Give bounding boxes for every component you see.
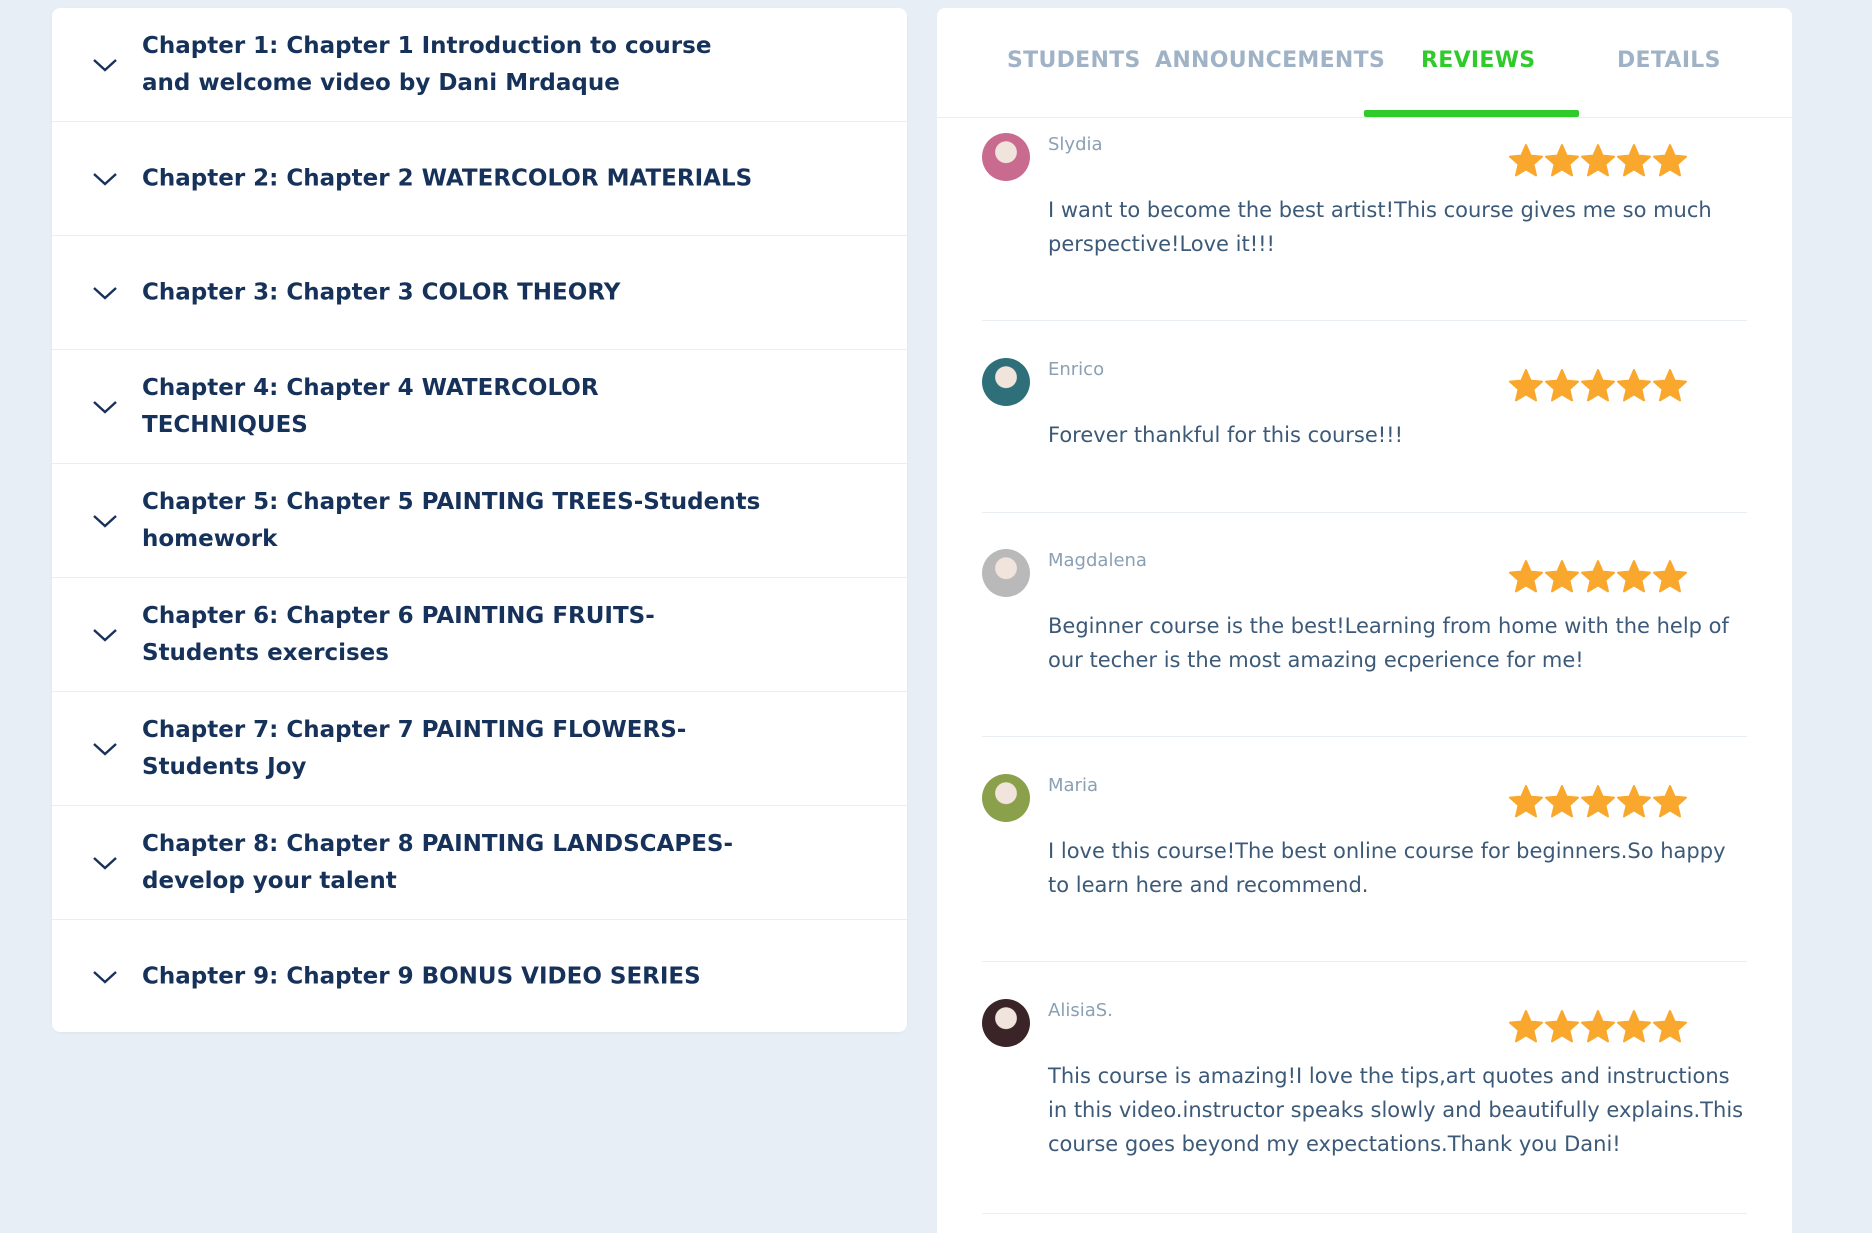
- chapter-item[interactable]: Chapter 8: Chapter 8 PAINTING LANDSCAPES…: [52, 806, 907, 920]
- avatar: [982, 133, 1030, 181]
- star-icon: [1581, 1010, 1615, 1043]
- chevron-down-icon: [93, 971, 117, 984]
- avatar: [982, 774, 1030, 822]
- star-icon: [1617, 785, 1651, 818]
- reviewer-name: AlisiaS.: [1048, 1000, 1113, 1021]
- tab-bar: STUDENTS ANNOUNCEMENTS REVIEWS DETAILS: [937, 8, 1792, 118]
- star-icon: [1653, 1010, 1687, 1043]
- chevron-down-icon: [93, 286, 117, 300]
- star-icon: [1509, 1010, 1543, 1043]
- chapter-title: Chapter 8: Chapter 8 PAINTING LANDSCAPES…: [142, 830, 734, 894]
- star-icon: [1653, 560, 1687, 593]
- avatar: [982, 999, 1030, 1047]
- star-icon: [1509, 560, 1543, 593]
- chapter-item[interactable]: Chapter 2: Chapter 2 WATERCOLOR MATERIAL…: [52, 122, 907, 236]
- chapter-title: Chapter 4: Chapter 4 WATERCOLOR TECHNIQU…: [142, 374, 599, 438]
- star-icon: [1617, 1010, 1651, 1043]
- chevron-down-icon: [93, 514, 117, 528]
- chapter-item[interactable]: Chapter 7: Chapter 7 PAINTING FLOWERS-St…: [52, 692, 907, 806]
- chevron-down-icon: [93, 742, 117, 756]
- review-item: Enrico Forever thankful for this course!!…: [982, 358, 1747, 513]
- star-icon: [1545, 369, 1579, 402]
- star-icon: [1581, 560, 1615, 593]
- reviewer-name: Slydia: [1048, 134, 1103, 155]
- review-text: Beginner course is the best!Learning fro…: [1048, 614, 1729, 672]
- reviewer-name: Magdalena: [1048, 550, 1147, 571]
- review-text: This course is amazing!I love the tips,a…: [1048, 1064, 1744, 1156]
- tab-reviews[interactable]: REVIEWS: [1421, 48, 1535, 73]
- reviewer-name: Maria: [1048, 775, 1098, 796]
- chevron-down-icon: [93, 58, 117, 72]
- review-text: I love this course!The best online cours…: [1048, 839, 1726, 897]
- active-tab-indicator: [1364, 110, 1579, 117]
- avatar: [982, 358, 1030, 406]
- star-icon: [1545, 1010, 1579, 1043]
- star-icon: [1617, 560, 1651, 593]
- star-rating: [1508, 1009, 1688, 1047]
- reviewer-name: Enrico: [1048, 359, 1105, 380]
- course-page: Chapter 1: Chapter 1 Introduction to cou…: [0, 0, 1872, 1233]
- chapter-item[interactable]: Chapter 1: Chapter 1 Introduction to cou…: [52, 8, 907, 122]
- star-icon: [1545, 785, 1579, 818]
- chapter-item[interactable]: Chapter 6: Chapter 6 PAINTING FRUITS-Stu…: [52, 578, 907, 692]
- star-icon: [1581, 144, 1615, 177]
- review-text: Forever thankful for this course!!!: [1048, 423, 1404, 447]
- tab-announcements[interactable]: ANNOUNCEMENTS: [1155, 48, 1385, 73]
- star-rating: [1508, 784, 1688, 822]
- chapter-title: Chapter 2: Chapter 2 WATERCOLOR MATERIAL…: [142, 165, 753, 191]
- chapter-item[interactable]: Chapter 9: Chapter 9 BONUS VIDEO SERIES: [52, 920, 907, 1034]
- chapter-title: Chapter 7: Chapter 7 PAINTING FLOWERS-St…: [142, 716, 687, 780]
- chapter-item[interactable]: Chapter 4: Chapter 4 WATERCOLOR TECHNIQU…: [52, 350, 907, 464]
- star-rating: [1508, 368, 1688, 406]
- review-item: AlisiaS. This course is amazing!I love th…: [982, 999, 1747, 1214]
- chevron-down-icon: [93, 856, 117, 870]
- star-icon: [1545, 144, 1579, 177]
- review-item: Slydia I want to become the best artist!T…: [982, 133, 1747, 321]
- star-icon: [1617, 144, 1651, 177]
- star-icon: [1581, 785, 1615, 818]
- chapter-title: Chapter 3: Chapter 3 COLOR THEORY: [142, 279, 621, 305]
- avatar: [982, 549, 1030, 597]
- course-info-panel: STUDENTS ANNOUNCEMENTS REVIEWS DETAILS S…: [937, 8, 1792, 1233]
- star-icon: [1581, 369, 1615, 402]
- chapter-title: Chapter 5: Chapter 5 PAINTING TREES-Stud…: [142, 488, 761, 552]
- star-icon: [1509, 785, 1543, 818]
- star-icon: [1509, 369, 1543, 402]
- review-item: Maria I love this course!The best online …: [982, 774, 1747, 962]
- star-icon: [1653, 144, 1687, 177]
- star-icon: [1653, 369, 1687, 402]
- chapter-item[interactable]: Chapter 5: Chapter 5 PAINTING TREES-Stud…: [52, 464, 907, 578]
- star-icon: [1545, 560, 1579, 593]
- chapter-title: Chapter 9: Chapter 9 BONUS VIDEO SERIES: [142, 963, 701, 990]
- star-icon: [1617, 369, 1651, 402]
- tab-details[interactable]: DETAILS: [1617, 48, 1721, 73]
- star-icon: [1509, 144, 1543, 177]
- chevron-down-icon: [93, 172, 117, 186]
- review-text: I want to become the best artist!This co…: [1048, 198, 1712, 256]
- chevron-down-icon: [93, 400, 117, 414]
- chevron-down-icon: [93, 628, 117, 642]
- star-rating: [1508, 559, 1688, 597]
- star-icon: [1653, 785, 1687, 818]
- chapter-title: Chapter 1: Chapter 1 Introduction to cou…: [142, 32, 712, 96]
- chapter-title: Chapter 6: Chapter 6 PAINTING FRUITS-Stu…: [142, 602, 655, 666]
- chapters-accordion: Chapter 1: Chapter 1 Introduction to cou…: [52, 8, 907, 1032]
- tab-students[interactable]: STUDENTS: [1007, 48, 1141, 73]
- review-item: Magdalena Beginner course is the best!Lea…: [982, 549, 1747, 737]
- star-rating: [1508, 143, 1688, 181]
- chapter-item[interactable]: Chapter 3: Chapter 3 COLOR THEORY: [52, 236, 907, 350]
